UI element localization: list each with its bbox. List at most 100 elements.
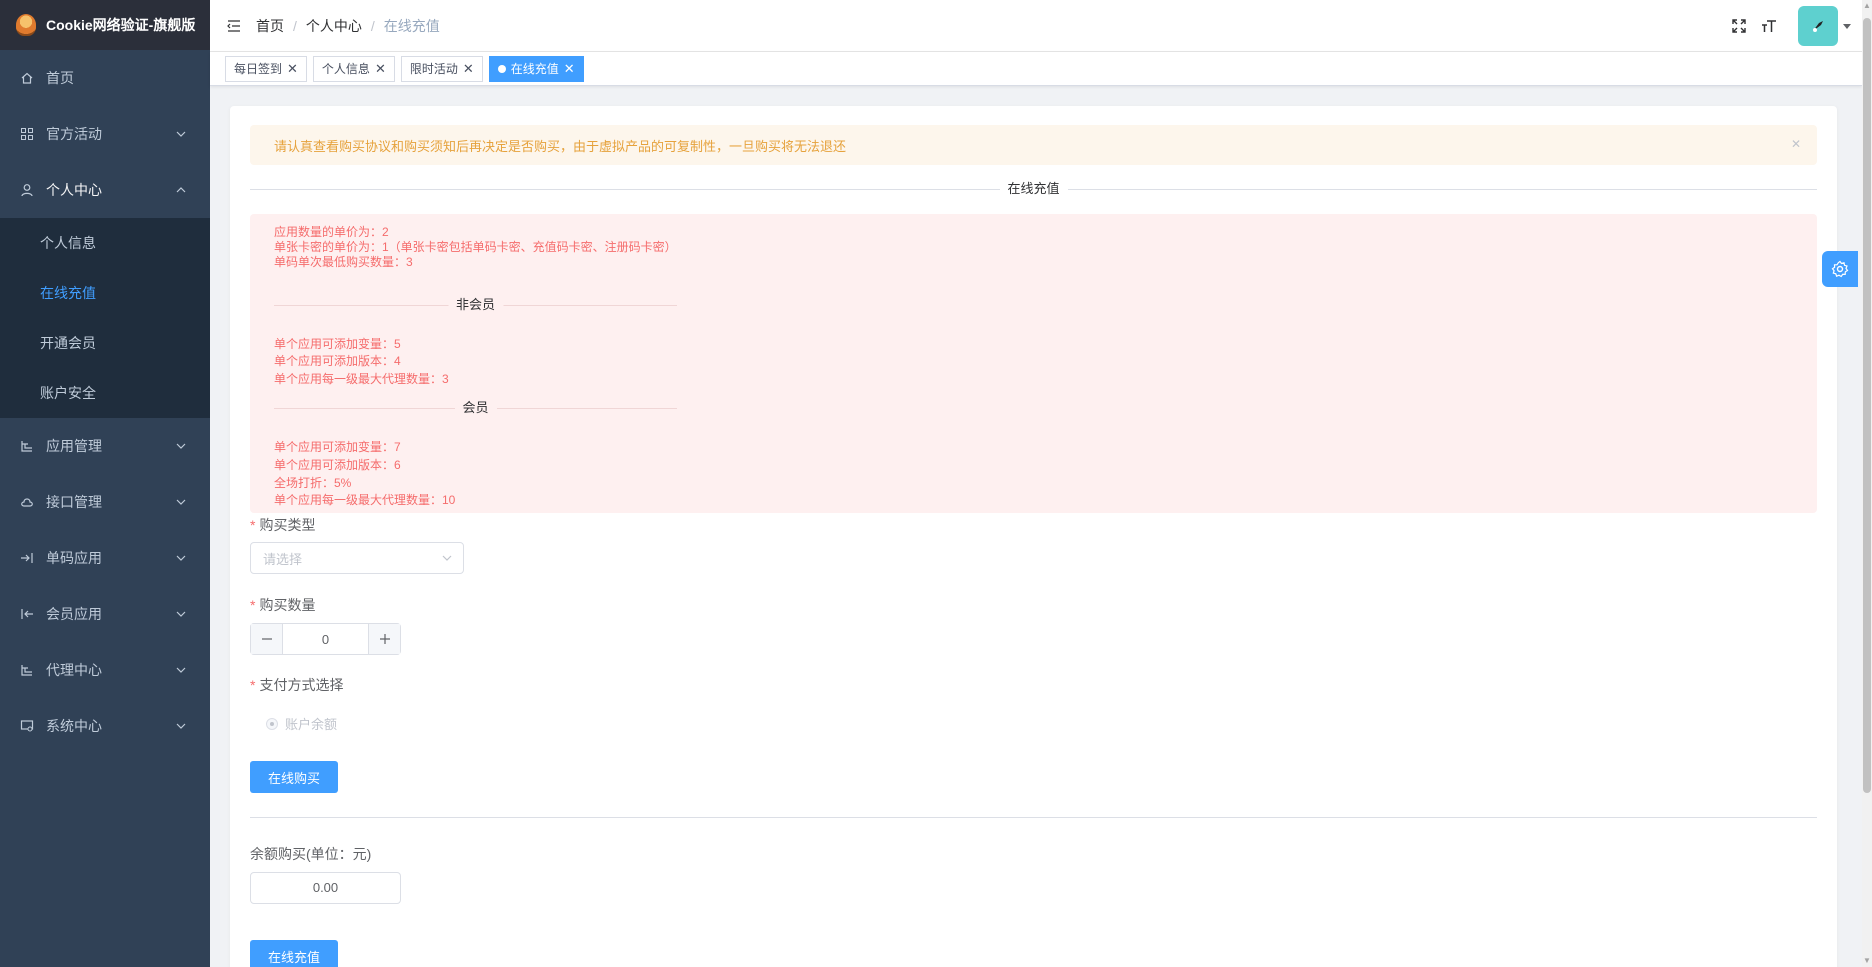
member-line: 单个应用可添加变量：7 (274, 440, 401, 454)
page-scrollbar[interactable]: ▲ ▼ (1862, 0, 1872, 967)
non-member-title: 非会员 (447, 296, 504, 314)
grid-icon (20, 127, 34, 141)
breadcrumb-home[interactable]: 首页 (256, 16, 284, 36)
tag-daily-checkin[interactable]: 每日签到 ✕ (225, 55, 307, 82)
sidebar-item-single-code-app[interactable]: 单码应用 (0, 530, 210, 586)
recharge-online-button[interactable]: 在线充值 (250, 940, 338, 967)
decrement-button[interactable] (251, 624, 283, 654)
sidebar-item-label: 个人中心 (46, 182, 102, 198)
tag-recharge[interactable]: 在线充值 ✕ (488, 55, 584, 82)
sidebar-subitem-profile[interactable]: 个人信息 (0, 218, 210, 268)
chevron-down-icon (176, 131, 186, 137)
radio-circle (266, 717, 278, 730)
close-icon[interactable]: ✕ (463, 61, 474, 77)
sidebar-item-label: 会员应用 (46, 606, 102, 622)
tree-icon (20, 663, 34, 677)
non-member-line: 单个应用可添加变量：5 (274, 337, 401, 351)
member-title: 会员 (454, 399, 497, 417)
sidebar-item-label: 系统中心 (46, 718, 102, 734)
user-center-submenu: 个人信息 在线充值 开通会员 账户安全 (0, 218, 210, 418)
select-placeholder: 请选择 (263, 551, 303, 567)
buy-online-button[interactable]: 在线购买 (250, 761, 338, 793)
chevron-down-icon (176, 611, 186, 617)
sidebar-item-activities[interactable]: 官方活动 (0, 106, 210, 162)
sidebar-item-label: 应用管理 (46, 438, 102, 454)
radio-label: 账户余额 (285, 717, 338, 732)
tag-profile[interactable]: 个人信息 ✕ (312, 55, 395, 82)
sidebar-item-label: 单码应用 (46, 550, 102, 566)
scroll-down-icon[interactable]: ▼ (1863, 957, 1871, 965)
balance-amount-input[interactable]: 0.00 (250, 872, 401, 904)
member-line: 单个应用每一级最大代理数量：10 (274, 493, 456, 507)
quantity-input[interactable] (283, 624, 368, 654)
breadcrumb-user-center[interactable]: 个人中心 (306, 16, 362, 36)
user-icon (20, 183, 34, 197)
increment-button[interactable] (368, 624, 400, 654)
scroll-up-icon[interactable]: ▲ (1863, 2, 1871, 10)
logout-icon (20, 607, 34, 621)
login-icon (20, 551, 34, 565)
sidebar-item-label: 官方活动 (46, 126, 102, 142)
sidebar-item-app-management[interactable]: 应用管理 (0, 418, 210, 474)
fullscreen-icon[interactable] (1730, 17, 1748, 35)
quantity-label: * 购买数量 (250, 597, 316, 613)
monitor-icon (20, 719, 34, 733)
tags-view: 每日签到 ✕ 个人信息 ✕ 限时活动 ✕ 在线充值 ✕ (210, 52, 1862, 86)
close-icon[interactable]: ✕ (564, 61, 575, 77)
member-line: 全场打折：5% (274, 476, 352, 490)
sidebar-item-home[interactable]: 首页 (0, 50, 210, 106)
tag-label: 每日签到 (234, 62, 283, 76)
sidebar-item-label: 代理中心 (46, 662, 102, 678)
sidebar-subitem-recharge[interactable]: 在线充值 (0, 268, 210, 318)
chevron-down-icon (176, 555, 186, 561)
settings-button[interactable] (1822, 251, 1858, 287)
home-icon (20, 71, 34, 85)
close-icon[interactable]: ✕ (287, 61, 298, 77)
non-member-line: 单个应用每一级最大代理数量：3 (274, 372, 449, 386)
sidebar-item-user-center[interactable]: 个人中心 (0, 162, 210, 218)
member-divider: 会员 (274, 399, 677, 417)
balance-purchase-label: 余额购买(单位：元) (250, 846, 372, 862)
chevron-down-icon (442, 555, 452, 561)
payment-balance-radio[interactable]: 账户余额 (266, 714, 337, 733)
purchase-type-select[interactable]: 请选择 (250, 542, 464, 574)
caret-down-icon[interactable] (1842, 21, 1852, 31)
chevron-down-icon (176, 723, 186, 729)
section-title: 在线充值 (999, 180, 1068, 198)
chevron-down-icon (176, 443, 186, 449)
close-icon[interactable]: ✕ (375, 61, 386, 77)
sidebar-item-agent-center[interactable]: 代理中心 (0, 642, 210, 698)
section-separator (250, 817, 1817, 818)
non-member-divider: 非会员 (274, 296, 677, 314)
pricing-line: 单张卡密的单价为：1（单张卡密包括单码卡密、充值码卡密、注册码卡密） (274, 240, 677, 254)
avatar[interactable] (1798, 6, 1838, 46)
quantity-stepper (250, 623, 401, 655)
sidebar-item-system-center[interactable]: 系统中心 (0, 698, 210, 754)
pricing-line: 应用数量的单价为：2 (274, 225, 389, 239)
app-logo-bar[interactable]: Cookie网络验证-旗舰版 (0, 0, 210, 50)
tag-label: 个人信息 (321, 62, 370, 76)
sidebar: Cookie网络验证-旗舰版 首页 官方活动 个人中心 个人信息 在线充值 开通… (0, 0, 210, 967)
font-size-icon[interactable] (1760, 17, 1778, 35)
sidebar-subitem-security[interactable]: 账户安全 (0, 368, 210, 418)
app-logo-icon (16, 14, 36, 36)
scrollbar-thumb[interactable] (1863, 18, 1871, 793)
sidebar-item-api-management[interactable]: 接口管理 (0, 474, 210, 530)
tag-limited-event[interactable]: 限时活动 ✕ (400, 55, 483, 82)
non-member-line: 单个应用可添加版本：4 (274, 354, 401, 368)
menu-fold-icon[interactable] (226, 18, 242, 34)
chevron-up-icon (176, 187, 186, 193)
sidebar-item-member-app[interactable]: 会员应用 (0, 586, 210, 642)
tag-label: 限时活动 (409, 62, 458, 76)
chevron-down-icon (176, 667, 186, 673)
close-icon[interactable]: ✕ (1791, 137, 1801, 151)
sidebar-subitem-membership[interactable]: 开通会员 (0, 318, 210, 368)
navbar-right (1730, 0, 1862, 52)
recharge-card: 请认真查看购买协议和购买须知后再决定是否购买，由于虚拟产品的可复制性，一旦购买将… (230, 106, 1837, 967)
gear-icon (1831, 260, 1849, 278)
sidebar-item-label: 首页 (46, 70, 74, 86)
cloud-icon (20, 495, 34, 509)
breadcrumb-current: 在线充值 (383, 17, 440, 34)
alert-text: 请认真查看购买协议和购买须知后再决定是否购买，由于虚拟产品的可复制性，一旦购买将… (274, 138, 847, 154)
breadcrumb: 首页 / 个人中心 / 在线充值 (256, 16, 440, 36)
